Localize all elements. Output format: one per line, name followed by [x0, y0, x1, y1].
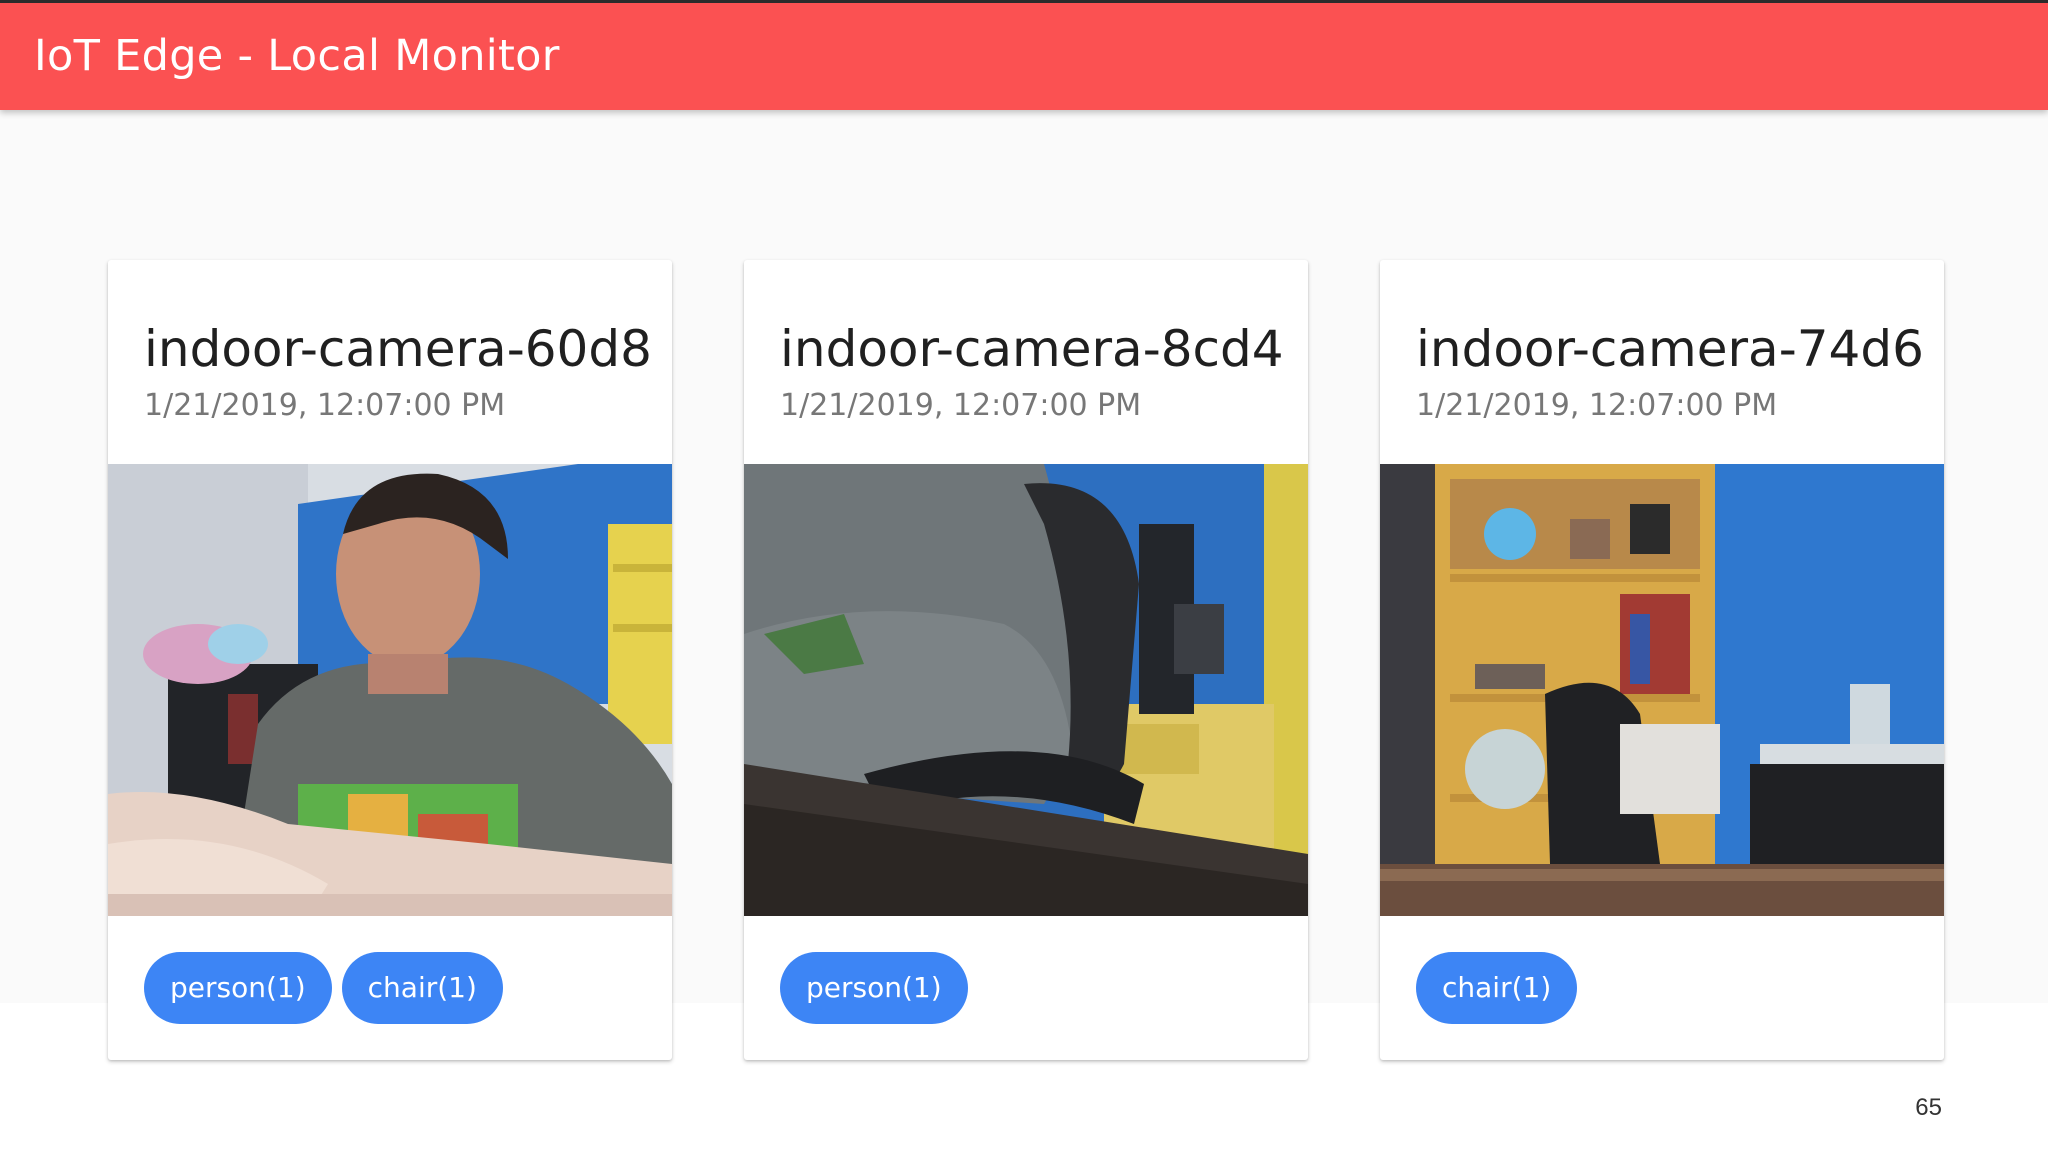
camera-name: indoor-camera-8cd4 — [780, 320, 1284, 378]
camera-timestamp: 1/21/2019, 12:07:00 PM — [780, 388, 1142, 423]
detection-chips: person(1) chair(1) — [144, 952, 503, 1024]
content-area: indoor-camera-60d8 1/21/2019, 12:07:00 P… — [0, 110, 2048, 1060]
camera-card[interactable]: indoor-camera-60d8 1/21/2019, 12:07:00 P… — [108, 260, 672, 1060]
detection-chip-person[interactable]: person(1) — [144, 952, 332, 1024]
camera-card[interactable]: indoor-camera-8cd4 1/21/2019, 12:07:00 P… — [744, 260, 1308, 1060]
camera-timestamp: 1/21/2019, 12:07:00 PM — [144, 388, 506, 423]
detection-chips: chair(1) — [1416, 952, 1578, 1024]
detection-chip-chair[interactable]: chair(1) — [341, 952, 503, 1024]
camera-card[interactable]: indoor-camera-74d6 1/21/2019, 12:07:00 P… — [1380, 260, 1944, 1060]
camera-name: indoor-camera-60d8 — [144, 320, 652, 378]
app-title: IoT Edge - Local Monitor — [34, 31, 560, 81]
app-bar: IoT Edge - Local Monitor — [0, 0, 2048, 110]
camera-timestamp: 1/21/2019, 12:07:00 PM — [1416, 388, 1778, 423]
camera-snapshot-image — [1380, 464, 1944, 916]
camera-snapshot-image — [108, 464, 672, 916]
detection-chips: person(1) — [780, 952, 968, 1024]
detection-chip-person[interactable]: person(1) — [780, 952, 968, 1024]
camera-snapshot-image — [744, 464, 1308, 916]
detection-chip-chair[interactable]: chair(1) — [1416, 952, 1578, 1024]
camera-name: indoor-camera-74d6 — [1416, 320, 1924, 378]
slide-number: 65 — [1915, 1094, 1942, 1121]
